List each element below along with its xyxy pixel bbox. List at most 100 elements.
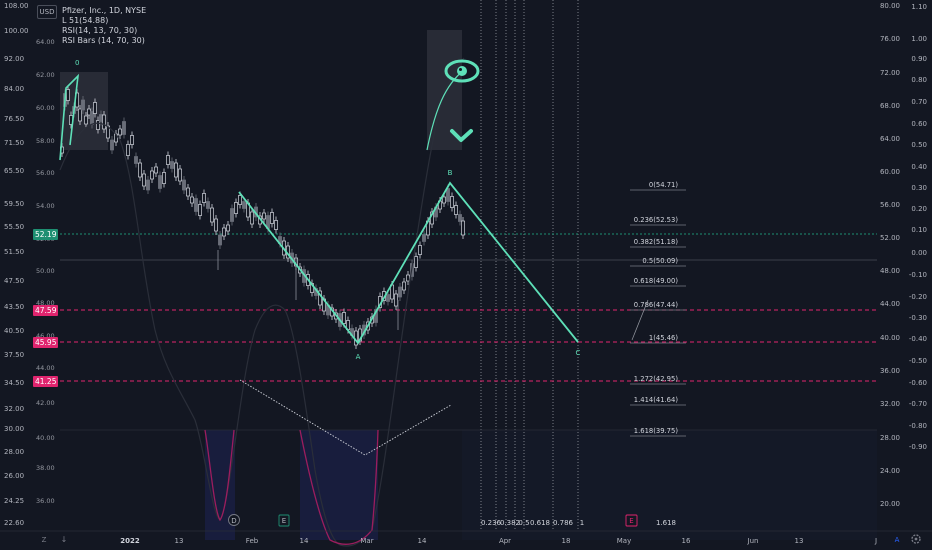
right-label-outer: 0.30 — [911, 184, 927, 192]
candle-body — [442, 196, 446, 204]
candle-body — [110, 139, 114, 151]
price-label-left: 43.50 — [4, 303, 24, 311]
event-marker-d[interactable]: D — [228, 514, 240, 526]
candle-body — [202, 193, 206, 203]
indicator-2[interactable]: RSI(14, 13, 70, 30) — [62, 26, 146, 36]
candle-body — [190, 196, 194, 204]
symbol-title[interactable]: Pfizer, Inc., 1D, NYSE — [62, 6, 146, 16]
price-label-inner: 56.00 — [36, 169, 55, 177]
right-label-outer: 0.90 — [911, 55, 927, 63]
currency-button[interactable]: USD — [37, 5, 57, 19]
right-label-outer: -0.10 — [909, 271, 927, 279]
right-label-inner: 72.00 — [880, 69, 900, 77]
candle-body — [446, 188, 450, 202]
fib-level-label: 0.5(50.09) — [642, 257, 678, 265]
candle-body — [461, 220, 465, 236]
right-label-outer: -0.50 — [909, 357, 927, 365]
price-label-inner: 50.00 — [36, 267, 55, 275]
right-label-inner: 48.00 — [880, 267, 900, 275]
candle-body — [214, 218, 218, 232]
price-label-left: 30.00 — [4, 425, 24, 433]
price-label-inner: 62.00 — [36, 71, 55, 79]
right-label-outer: 0.20 — [911, 205, 927, 213]
fib-level-label: 0.236(52.53) — [634, 216, 679, 224]
wave-label-a: A — [356, 353, 361, 361]
candle-body — [414, 256, 418, 268]
candle-body — [130, 135, 134, 145]
right-label-inner: 64.00 — [880, 135, 900, 143]
event-marker-e[interactable]: E — [278, 514, 290, 527]
price-label-inner: 38.00 — [36, 464, 55, 472]
candle-body — [406, 274, 410, 282]
candle-body — [274, 220, 278, 230]
auto-scale-toggle[interactable]: A — [895, 536, 900, 544]
fib-level-label: 0.618(49.00) — [634, 277, 679, 285]
right-label-outer: -0.70 — [909, 400, 927, 408]
right-label-inner: 20.00 — [880, 500, 900, 508]
price-label-left: 108.00 — [4, 2, 29, 10]
price-label-inner: 58.00 — [36, 137, 55, 145]
candle-body — [194, 198, 198, 212]
price-label-left: 51.50 — [4, 248, 24, 256]
candle-body — [206, 201, 210, 209]
fib-ladder[interactable]: 0(54.71) 0.236(52.53) 0.382(51.18) 0.5(50.0… — [630, 181, 686, 437]
right-label-inner: 44.00 — [880, 300, 900, 308]
zoom-icon[interactable]: Z — [42, 536, 47, 544]
candle-body — [126, 144, 130, 156]
price-label-left: 65.50 — [4, 167, 24, 175]
candle-body — [402, 281, 406, 291]
time-fib-label: 1.618 — [656, 519, 676, 527]
price-label-left: 100.00 — [4, 27, 29, 35]
right-label-inner: 52.00 — [880, 234, 900, 242]
candle-body — [230, 208, 234, 222]
price-label-left: 59.50 — [4, 200, 24, 208]
fib-level-label: 0.382(51.18) — [634, 238, 679, 246]
right-label-outer: -0.60 — [909, 379, 927, 387]
right-label-outer: 0.40 — [911, 163, 927, 171]
svg-text:E: E — [282, 517, 286, 525]
event-marker-e-future[interactable]: E — [625, 514, 638, 527]
time-fib-label: 0.382 — [500, 519, 520, 527]
candle-body — [386, 294, 390, 302]
candle-body — [182, 179, 186, 191]
scroll-down-icon[interactable]: ↓ — [61, 535, 68, 544]
right-label-inner: 68.00 — [880, 102, 900, 110]
candle-body — [102, 114, 106, 130]
time-label: 13 — [795, 537, 804, 545]
candle-body — [134, 156, 138, 164]
candle-body — [138, 162, 142, 178]
candle-body — [66, 89, 70, 101]
price-axis-inner: 64.0062.0060.0058.0056.0054.0052.0050.00… — [36, 38, 55, 505]
wave-label-b: B — [448, 169, 453, 177]
price-label-left: 26.00 — [4, 472, 24, 480]
chart-canvas[interactable]: 0(54.71) 0.236(52.53) 0.382(51.18) 0.5(50.0… — [0, 0, 932, 550]
candle-body — [166, 155, 170, 165]
price-label-inner: 54.00 — [36, 202, 55, 210]
price-label-left: 34.50 — [4, 379, 24, 387]
candle-body — [454, 205, 458, 215]
fib-level-label: 0.786(47.44) — [634, 301, 679, 309]
right-label-outer: -0.90 — [909, 443, 927, 451]
price-label-left: 84.00 — [4, 85, 24, 93]
fib-level-label: 1(45.46) — [649, 334, 678, 342]
right-label-inner: 40.00 — [880, 334, 900, 342]
right-label-inner: 56.00 — [880, 201, 900, 209]
right-label-outer: 1.10 — [911, 3, 927, 11]
time-fib-label: 0.5 — [518, 519, 529, 527]
right-label-outer: -0.20 — [909, 293, 927, 301]
price-label-left: 76.50 — [4, 115, 24, 123]
price-label-inner: 40.00 — [36, 434, 55, 442]
wave-label-c: C — [576, 349, 581, 357]
candle-body — [238, 195, 242, 205]
fib-level-label: 1.618(39.75) — [634, 427, 679, 435]
price-label-inner: 36.00 — [36, 497, 55, 505]
right-label-outer: -0.80 — [909, 422, 927, 430]
indicator-3[interactable]: RSI Bars (14, 70, 30) — [62, 36, 146, 46]
candle-body — [170, 161, 174, 169]
price-label-inner: 42.00 — [36, 399, 55, 407]
candle-body — [226, 224, 230, 232]
right-label-inner: 60.00 — [880, 168, 900, 176]
indicator-1[interactable]: L 51(54.88) — [62, 16, 146, 26]
time-label: Apr — [499, 537, 511, 545]
time-fib-label: 0.786 — [553, 519, 574, 527]
